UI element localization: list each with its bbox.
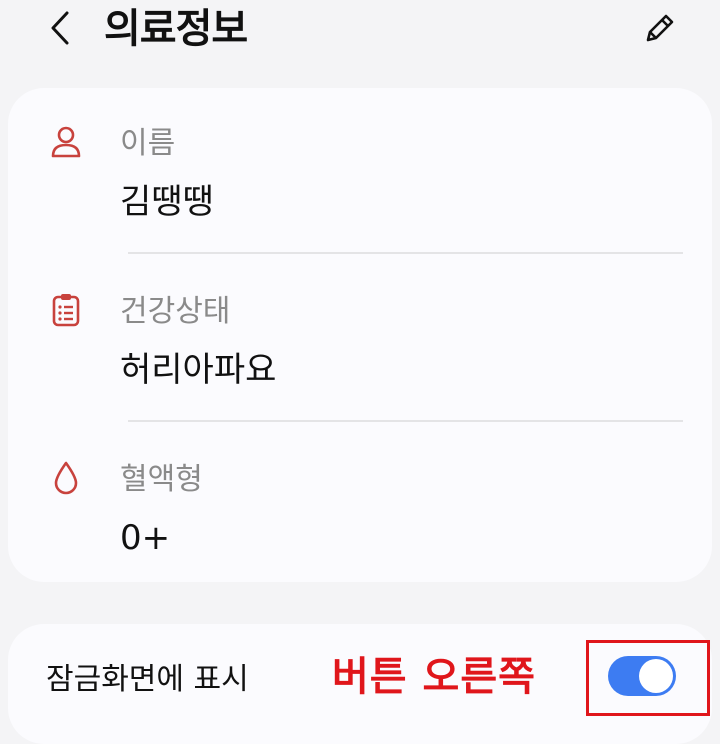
field-name[interactable]: 이름 김땡땡: [8, 88, 712, 248]
annotation-text: 버튼 오른쪽: [332, 654, 536, 700]
field-blood-type[interactable]: 혈액형 0+: [8, 424, 712, 584]
field-label: 이름: [120, 126, 176, 161]
field-value: 김땡땡: [120, 182, 214, 222]
pencil-icon: [646, 14, 674, 42]
blood-drop-icon: [48, 458, 84, 498]
lockscreen-label: 잠금화면에 표시: [46, 662, 249, 697]
field-value: 허리아파요: [120, 350, 277, 390]
field-value: 0+: [120, 518, 171, 558]
person-icon: [48, 122, 84, 162]
lockscreen-setting-card: 잠금화면에 표시 버튼 오른쪽: [8, 624, 712, 744]
field-label: 건강상태: [120, 294, 231, 329]
divider: [128, 420, 683, 422]
back-button[interactable]: [40, 8, 80, 48]
medical-info-card: 이름 김땡땡 건강상태 허리아파요 혈액형 0+: [8, 88, 712, 582]
chevron-left-icon: [51, 11, 69, 45]
lockscreen-toggle[interactable]: [608, 656, 676, 696]
clipboard-icon: [48, 290, 84, 330]
divider: [128, 252, 683, 254]
page-title: 의료정보: [104, 6, 248, 52]
app-header: 의료정보: [0, 0, 720, 72]
edit-button[interactable]: [636, 4, 684, 52]
toggle-knob: [639, 659, 673, 693]
field-label: 혈액형: [120, 462, 203, 497]
field-health-status[interactable]: 건강상태 허리아파요: [8, 256, 712, 416]
